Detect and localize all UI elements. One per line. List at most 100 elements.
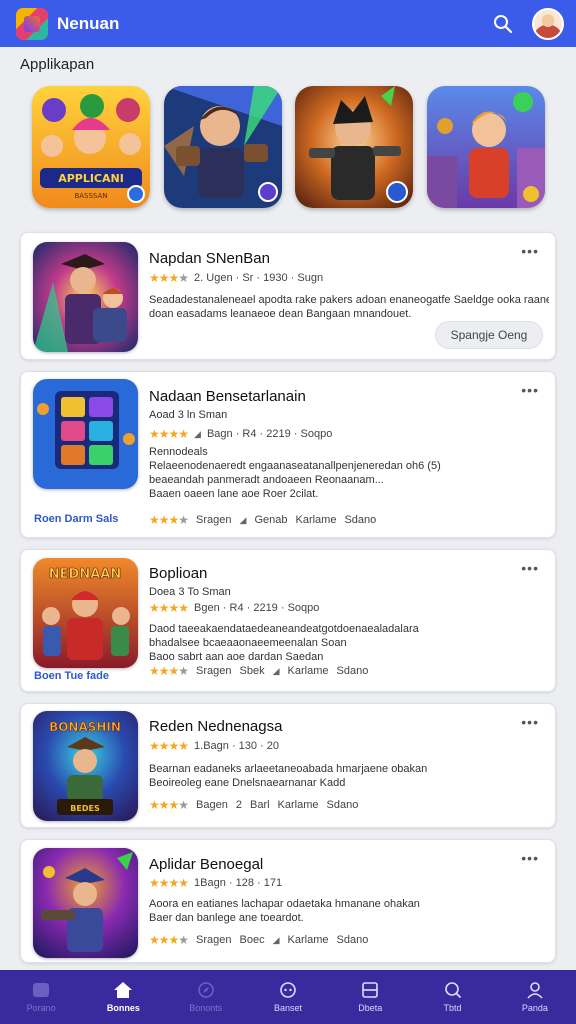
stat-text: Sbek xyxy=(239,665,265,677)
compass-icon xyxy=(196,981,216,999)
rating-stars-icon: ★★★★ xyxy=(149,798,189,812)
game-art-icon xyxy=(33,242,138,352)
app-card[interactable]: Aplidar Benoegal ★★★★ 1Bagn · 128 · 171 … xyxy=(20,839,556,963)
app-subtitle: Aoad 3 ln Sman xyxy=(149,409,228,421)
header-actions xyxy=(488,7,564,40)
more-options-icon[interactable]: ••• xyxy=(521,560,539,576)
app-thumbnail[interactable] xyxy=(33,379,138,489)
stat-text: Sragen xyxy=(196,665,232,677)
rating-stars-icon: ★★★★ xyxy=(149,933,189,947)
action-button[interactable]: Spangje Oeng xyxy=(435,321,543,349)
more-options-icon[interactable]: ••• xyxy=(521,850,539,866)
app-thumbnail[interactable]: BONASHIN BEDES xyxy=(33,711,138,821)
app-link[interactable]: Boen Tue fade xyxy=(34,670,109,682)
search-icon xyxy=(443,981,463,999)
app-meta-text: Bgen · R4 · 2219 · Soqpo xyxy=(194,602,320,614)
stat-text: Karlame xyxy=(277,799,319,811)
app-stats: ★★★★ Bagen 2 Barl Karlame Sdano xyxy=(149,798,358,812)
nav-label: Banset xyxy=(273,1003,302,1013)
search-button[interactable] xyxy=(488,9,518,39)
feature-tile-4[interactable] xyxy=(427,86,545,208)
app-logo-icon[interactable] xyxy=(16,7,48,40)
game-art-icon: APPLICANI BASSSAN xyxy=(32,86,150,208)
feature-tile-1[interactable]: APPLICANI BASSSAN xyxy=(32,86,150,208)
app-stats: ★★★★ Sragen Boec ◢ Karlame Sdano xyxy=(149,933,368,947)
app-title[interactable]: Reden Nednenagsa xyxy=(149,718,282,735)
stat-text: Barl xyxy=(249,799,270,811)
app-meta: ★★★★ 2. Ugen · Sr · 1930 · Sugn xyxy=(149,271,323,285)
app-title[interactable]: Aplidar Benoegal xyxy=(149,856,263,873)
app-card[interactable]: NEDNAAN Boplioan Doea 3 To Sman ★★★★ Bge… xyxy=(20,549,556,692)
list-icon xyxy=(360,981,380,999)
gamepad-icon xyxy=(278,981,298,999)
app-description: Bearnan eadaneks arlaeetaneoabada hmarja… xyxy=(149,762,549,790)
play-icon: ◢ xyxy=(194,428,201,439)
game-art-icon xyxy=(33,848,138,958)
desc-line: Bearnan eadaneks arlaeetaneoabada hmarja… xyxy=(149,763,428,775)
app-meta: ★★★★ 1.Bagn · 130 · 20 xyxy=(149,739,279,753)
square-icon xyxy=(31,981,51,999)
avatar[interactable] xyxy=(532,7,564,40)
nav-item-panda[interactable]: Panda xyxy=(494,970,576,1024)
stat-text: Bagen xyxy=(196,799,228,811)
app-title[interactable]: Boplioan xyxy=(149,565,207,582)
app-thumbnail[interactable] xyxy=(33,242,138,352)
game-art-icon xyxy=(427,86,545,208)
play-icon: ◢ xyxy=(272,934,280,945)
play-icon: ◢ xyxy=(272,665,280,676)
stat-text: Sdano xyxy=(336,934,369,946)
search-icon xyxy=(494,14,513,33)
nav-label: Panda xyxy=(521,1003,548,1013)
nav-item-bononts[interactable]: Bononts xyxy=(165,970,247,1024)
section-title: Applikapan xyxy=(20,56,95,73)
app-link[interactable]: Roen Darm Sals xyxy=(34,513,118,525)
feature-tile-caption: APPLICANI xyxy=(58,172,124,185)
play-icon: ◢ xyxy=(239,514,247,525)
app-meta-text: 1.Bagn · 130 · 20 xyxy=(194,740,280,752)
bottom-nav: Porano Bonnes Bononts Banset Dbeta Tbtd … xyxy=(0,970,576,1024)
game-art-icon xyxy=(295,86,413,208)
stat-text: Karlame xyxy=(287,934,329,946)
nav-label: Tbtd xyxy=(443,1003,462,1013)
profile-icon xyxy=(525,981,545,999)
game-art-icon: NEDNAAN xyxy=(33,558,138,668)
more-options-icon[interactable]: ••• xyxy=(521,382,539,398)
app-meta-text: 1Bagn · 128 · 171 xyxy=(194,877,283,889)
game-art-icon xyxy=(164,86,282,208)
nav-label: Dbeta xyxy=(358,1003,383,1013)
nav-item-tbtd[interactable]: Tbtd xyxy=(411,970,493,1024)
desc-line: Rennodeals xyxy=(149,446,208,458)
app-meta: ★★★★ 1Bagn · 128 · 171 xyxy=(149,876,282,890)
app-thumbnail[interactable]: NEDNAAN xyxy=(33,558,138,668)
app-thumbnail[interactable] xyxy=(33,848,138,958)
stat-text: 2 xyxy=(235,799,242,811)
app-meta-text: Bagn · R4 · 2219 · Soqpo xyxy=(206,428,333,440)
stat-text: Boec xyxy=(239,934,265,946)
feature-tile-2[interactable] xyxy=(164,86,282,208)
more-options-icon[interactable]: ••• xyxy=(521,714,539,730)
nav-label: Porano xyxy=(26,1003,56,1013)
nav-item-banset[interactable]: Banset xyxy=(247,970,329,1024)
stat-text: Sdano xyxy=(336,665,369,677)
thumb-caption: NEDNAAN xyxy=(49,567,121,582)
nav-item-porano[interactable]: Porano xyxy=(0,970,82,1024)
app-card[interactable]: BONASHIN BEDES Reden Nednenagsa ★★★★ 1.B… xyxy=(20,703,556,828)
desc-line: Daod taeeakaendataedeaneandeatgotdoenaea… xyxy=(149,623,419,635)
rating-stars-icon: ★★★★ xyxy=(149,513,189,527)
app-subtitle: Doea 3 To Sman xyxy=(149,586,231,598)
app-title[interactable]: Nadaan Bensetarlanain xyxy=(149,388,306,405)
app-card[interactable]: Nadaan Bensetarlanain Aoad 3 ln Sman ★★★… xyxy=(20,371,556,538)
nav-item-dbeta[interactable]: Dbeta xyxy=(329,970,411,1024)
app-description: Seadadestanaleneael apodta rake pakers a… xyxy=(149,293,549,321)
thumb-subcaption: BEDES xyxy=(70,804,100,813)
rating-stars-icon: ★★★★ xyxy=(149,876,189,890)
desc-line: Relaeenodenaeredt engaanaseatanallpenjen… xyxy=(149,460,441,472)
stat-text: Sdano xyxy=(326,799,359,811)
app-title[interactable]: Napdan SNenBan xyxy=(149,250,270,267)
nav-label: Bononts xyxy=(189,1003,223,1013)
app-meta: ★★★★ Bgen · R4 · 2219 · Soqpo xyxy=(149,601,319,615)
more-options-icon[interactable]: ••• xyxy=(521,243,539,259)
app-card[interactable]: Napdan SNenBan ★★★★ 2. Ugen · Sr · 1930 … xyxy=(20,232,556,360)
nav-item-bonnes[interactable]: Bonnes xyxy=(82,970,164,1024)
feature-tile-3[interactable] xyxy=(295,86,413,208)
